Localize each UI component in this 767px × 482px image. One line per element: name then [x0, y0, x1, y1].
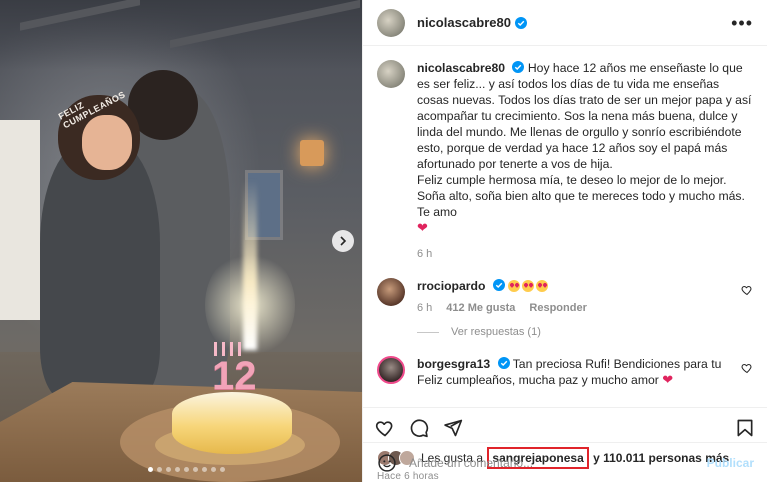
share-icon[interactable] — [443, 418, 463, 438]
caption-time: 6 h — [417, 248, 433, 260]
birthday-cake — [172, 392, 292, 454]
lamp — [300, 140, 324, 166]
comments-scroll[interactable]: nicolascabre80 Hoy hace 12 años me enseñ… — [363, 46, 767, 407]
cake-number-candle: 12 — [212, 354, 257, 398]
comment-username[interactable]: rrociopardo — [417, 279, 485, 293]
heart-eyes-emoji — [508, 279, 550, 293]
heart-icon[interactable] — [375, 418, 395, 438]
post-photo[interactable]: FELIZ CUMPLEAÑOS 12 — [0, 0, 362, 482]
publish-button[interactable]: Publicar — [707, 456, 754, 470]
view-replies-button[interactable]: Ver respuestas (1) — [417, 326, 753, 338]
save-icon[interactable] — [735, 418, 755, 438]
reply-link[interactable]: Responder — [529, 302, 586, 314]
post-side-panel: nicolascabre80 ••• nicolascabre80 Hoy ha… — [362, 0, 767, 482]
comment-time: 6 h — [417, 302, 433, 314]
action-bar — [363, 407, 767, 447]
sparkler — [243, 180, 257, 350]
avatar[interactable] — [377, 8, 405, 37]
verified-icon — [514, 16, 527, 29]
caption-username[interactable]: nicolascabre80 — [417, 61, 505, 75]
comment-input[interactable]: Añade un comentario... — [409, 456, 707, 470]
caption-text-2: Feliz cumple hermosa mía, te deseo lo me… — [417, 173, 745, 219]
red-heart-emoji: ❤ — [417, 220, 428, 235]
instagram-post-view: FELIZ CUMPLEAÑOS 12 nicolascabre80 ••• n… — [0, 0, 767, 482]
heart-icon[interactable] — [741, 362, 753, 374]
next-arrow-icon — [340, 236, 347, 246]
next-photo-button[interactable] — [332, 230, 354, 252]
emoji-icon[interactable] — [377, 453, 397, 473]
comment-likes[interactable]: 412 Me gusta — [446, 302, 515, 314]
avatar[interactable] — [377, 356, 405, 384]
comment-item: rrociopardo 6 h 412 Me gusta Responder — [377, 278, 753, 314]
carousel-indicator — [148, 467, 225, 472]
verified-icon — [492, 279, 505, 291]
more-icon[interactable]: ••• — [731, 14, 753, 32]
avatar[interactable] — [377, 60, 405, 88]
post-header: nicolascabre80 ••• — [363, 0, 767, 46]
red-heart-emoji: ❤ — [662, 372, 674, 387]
door — [0, 120, 40, 320]
heart-icon[interactable] — [741, 284, 753, 296]
comment-icon[interactable] — [409, 418, 429, 438]
post-caption: nicolascabre80 Hoy hace 12 años me enseñ… — [377, 60, 753, 262]
caption-text: Hoy hace 12 años me enseñaste lo que es … — [417, 61, 752, 171]
header-username[interactable]: nicolascabre80 — [417, 15, 511, 30]
comment-item: borgesgra13 Tan preciosa Rufi! Bendicion… — [377, 356, 753, 388]
comment-username[interactable]: borgesgra13 — [417, 357, 490, 371]
verified-icon — [497, 357, 510, 369]
avatar[interactable] — [377, 278, 405, 306]
comment-composer: Añade un comentario... Publicar — [363, 442, 767, 482]
verified-icon — [512, 61, 525, 73]
